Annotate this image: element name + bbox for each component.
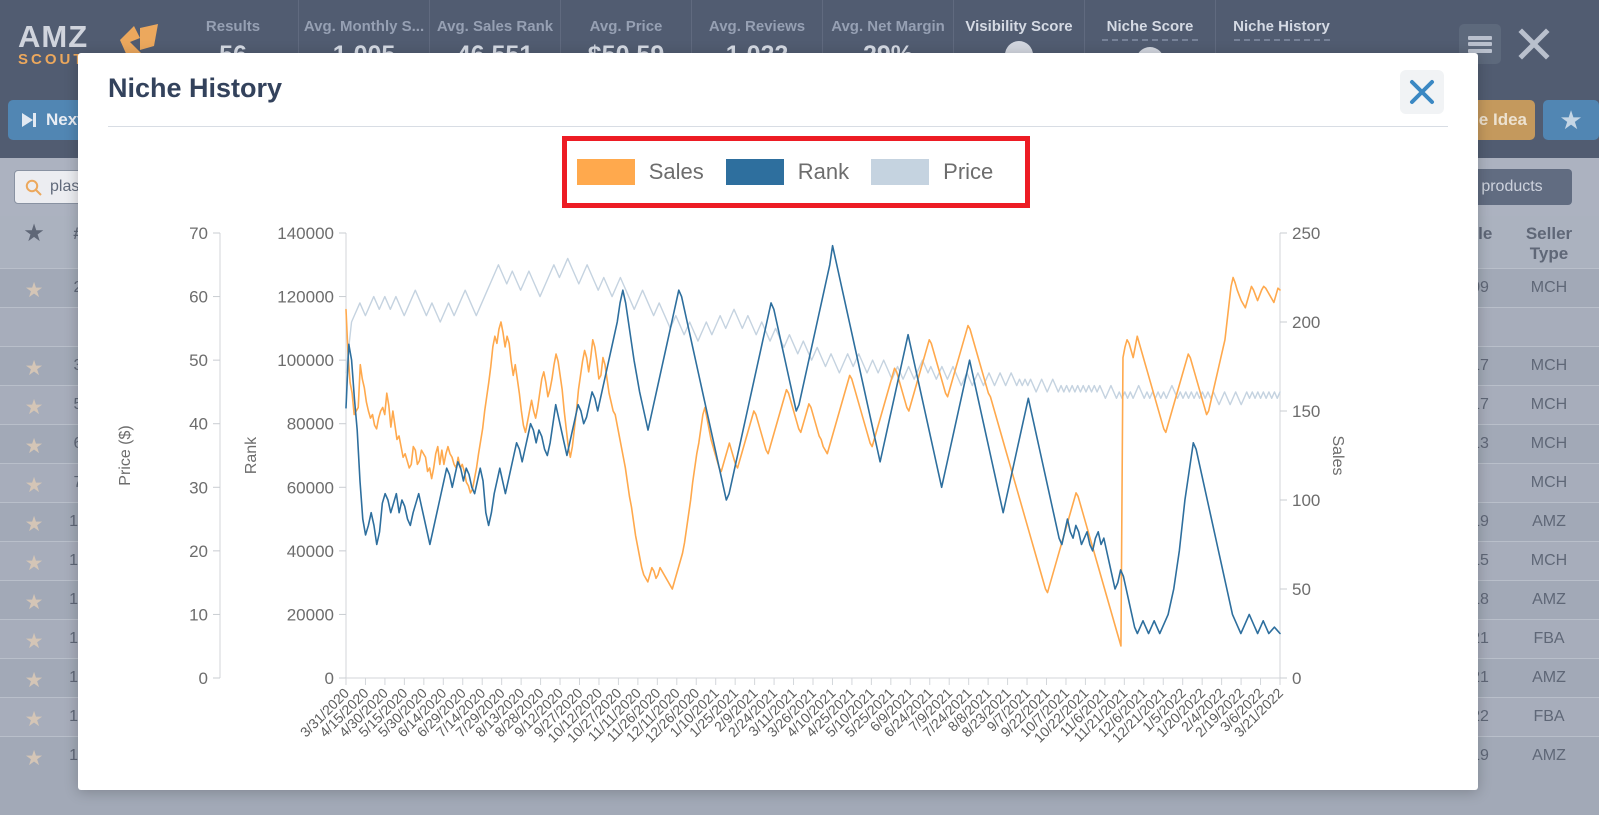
svg-text:0: 0	[325, 669, 334, 688]
series-line-price	[345, 257, 1281, 406]
chart-canvas: 0 10 20 30 40 50 60 70 Price ($) 0 20000 40000 60000…	[117, 224, 1346, 746]
svg-text:150: 150	[1292, 402, 1320, 421]
svg-text:60000: 60000	[287, 478, 334, 497]
niche-history-modal: Niche History Sales Rank Price 0 10 20 30 40…	[78, 53, 1478, 790]
svg-text:100000: 100000	[277, 351, 334, 370]
svg-text:40000: 40000	[287, 542, 334, 561]
svg-text:250: 250	[1292, 224, 1320, 243]
svg-text:0: 0	[199, 669, 208, 688]
svg-text:70: 70	[189, 224, 208, 243]
svg-text:120000: 120000	[277, 288, 334, 307]
svg-text:0: 0	[1292, 669, 1301, 688]
svg-text:140000: 140000	[277, 224, 334, 243]
page-title: Niche History	[108, 73, 283, 103]
svg-text:30: 30	[189, 478, 208, 497]
svg-text:20000: 20000	[287, 605, 334, 624]
svg-text:Rank: Rank	[243, 436, 260, 474]
divider	[108, 126, 1448, 127]
svg-text:100: 100	[1292, 491, 1320, 510]
series-line-rank	[345, 244, 1281, 635]
close-icon[interactable]	[1400, 70, 1444, 114]
svg-text:40: 40	[189, 415, 208, 434]
svg-text:60: 60	[189, 288, 208, 307]
svg-text:80000: 80000	[287, 415, 334, 434]
svg-text:Price ($): Price ($)	[117, 425, 134, 485]
svg-text:200: 200	[1292, 313, 1320, 332]
svg-text:Sales: Sales	[1329, 435, 1346, 475]
svg-text:50: 50	[189, 351, 208, 370]
svg-text:50: 50	[1292, 580, 1311, 599]
series-line-sales	[345, 276, 1281, 647]
niche-history-chart: 0 10 20 30 40 50 60 70 Price ($) 0 20000 40000 60000…	[108, 173, 1448, 773]
svg-text:10: 10	[189, 605, 208, 624]
svg-text:20: 20	[189, 542, 208, 561]
